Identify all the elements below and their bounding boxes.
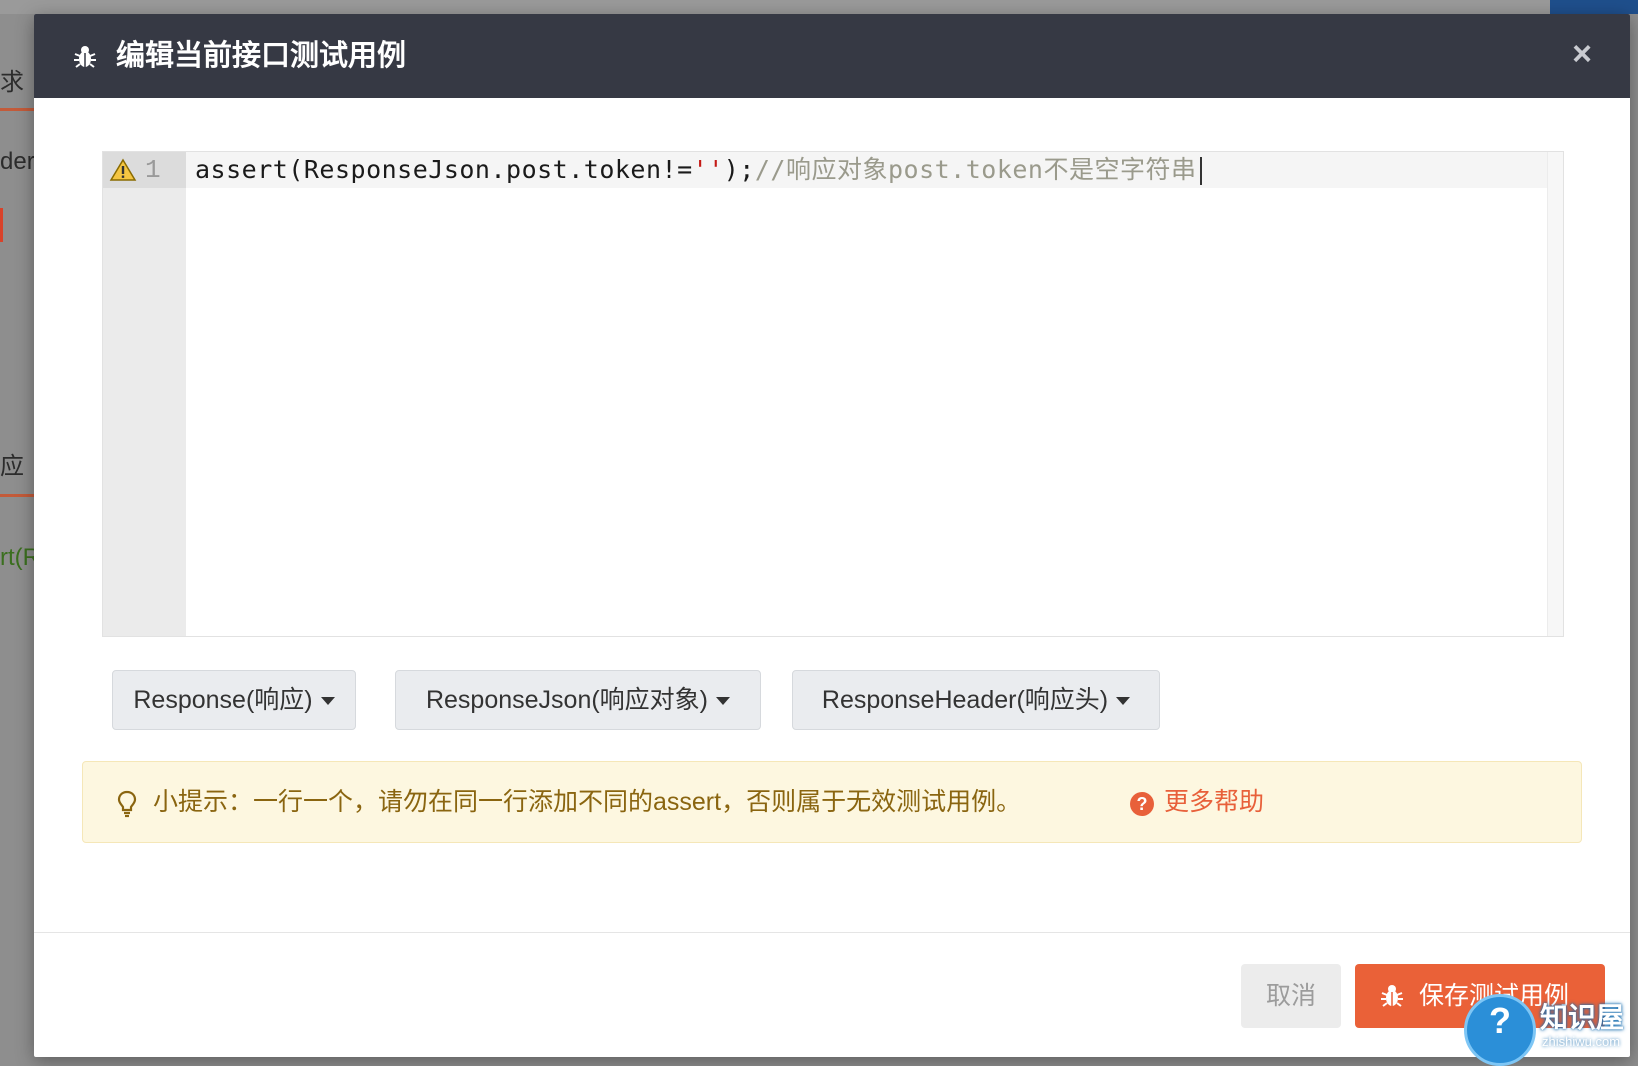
background-fragment: 求 [0,69,24,96]
cancel-button[interactable]: 取消 [1241,964,1341,1028]
background-marker [0,208,3,242]
footer-divider [34,932,1630,933]
line-number: 1 [145,155,161,185]
code-line[interactable]: assert(ResponseJson.post.token!='');//响应… [195,155,1203,185]
response-header-dropdown[interactable]: ResponseHeader(响应头) [792,670,1160,730]
response-dropdown[interactable]: Response(响应) [112,670,356,730]
code-token: ); [723,155,755,184]
more-help-link[interactable]: 更多帮助 [1164,784,1264,820]
code-token: assert(ResponseJson.post.token!= [195,155,693,184]
watermark-logo: ? 知识屋 zhishiwu.com [1464,990,1638,1066]
warning-icon[interactable] [109,158,137,182]
text-cursor [1200,157,1203,185]
watermark-url: zhishiwu.com [1542,1034,1621,1049]
background-fragment: 应 [0,453,24,480]
dropdown-label: Response(响应) [133,686,313,714]
background-underline [0,108,34,111]
close-button[interactable]: × [1564,36,1600,72]
dropdown-label: ResponseHeader(响应头) [821,686,1109,714]
edit-test-case-modal: 编辑当前接口测试用例 × 1 assert(ResponseJson.post.… [34,14,1630,1057]
watermark-question-icon: ? [1489,1000,1511,1041]
editor-scrollbar[interactable] [1547,152,1563,636]
bug-icon [74,46,96,68]
dropdown-label: ResponseJson(响应对象) [425,686,709,714]
caret-down-icon [320,697,335,706]
modal-title: 编辑当前接口测试用例 [116,40,407,72]
caret-down-icon [1116,697,1131,706]
modal-header: 编辑当前接口测试用例 × [34,14,1630,98]
code-editor[interactable]: 1 assert(ResponseJson.post.token!='');//… [102,151,1564,637]
code-comment-token: //响应对象post.token不是空字符串 [754,155,1197,184]
background-fragment: der [0,148,35,175]
lightbulb-icon [117,790,137,818]
background-top-button [1550,0,1638,14]
response-json-dropdown[interactable]: ResponseJson(响应对象) [395,670,761,730]
tip-text: 小提示：一行一个，请勿在同一行添加不同的assert，否则属于无效测试用例。 [153,788,1022,816]
tip-alert: 小提示：一行一个，请勿在同一行添加不同的assert，否则属于无效测试用例。 ?… [82,761,1582,843]
help-circle-icon[interactable]: ? [1130,792,1154,816]
watermark-text: 知识屋 [1540,1002,1625,1033]
background-top-bar [0,0,1638,14]
caret-down-icon [716,697,731,706]
bug-icon [1381,985,1403,1007]
background-underline [0,494,34,497]
editor-gutter [103,152,186,636]
code-string-token: '' [692,155,724,184]
